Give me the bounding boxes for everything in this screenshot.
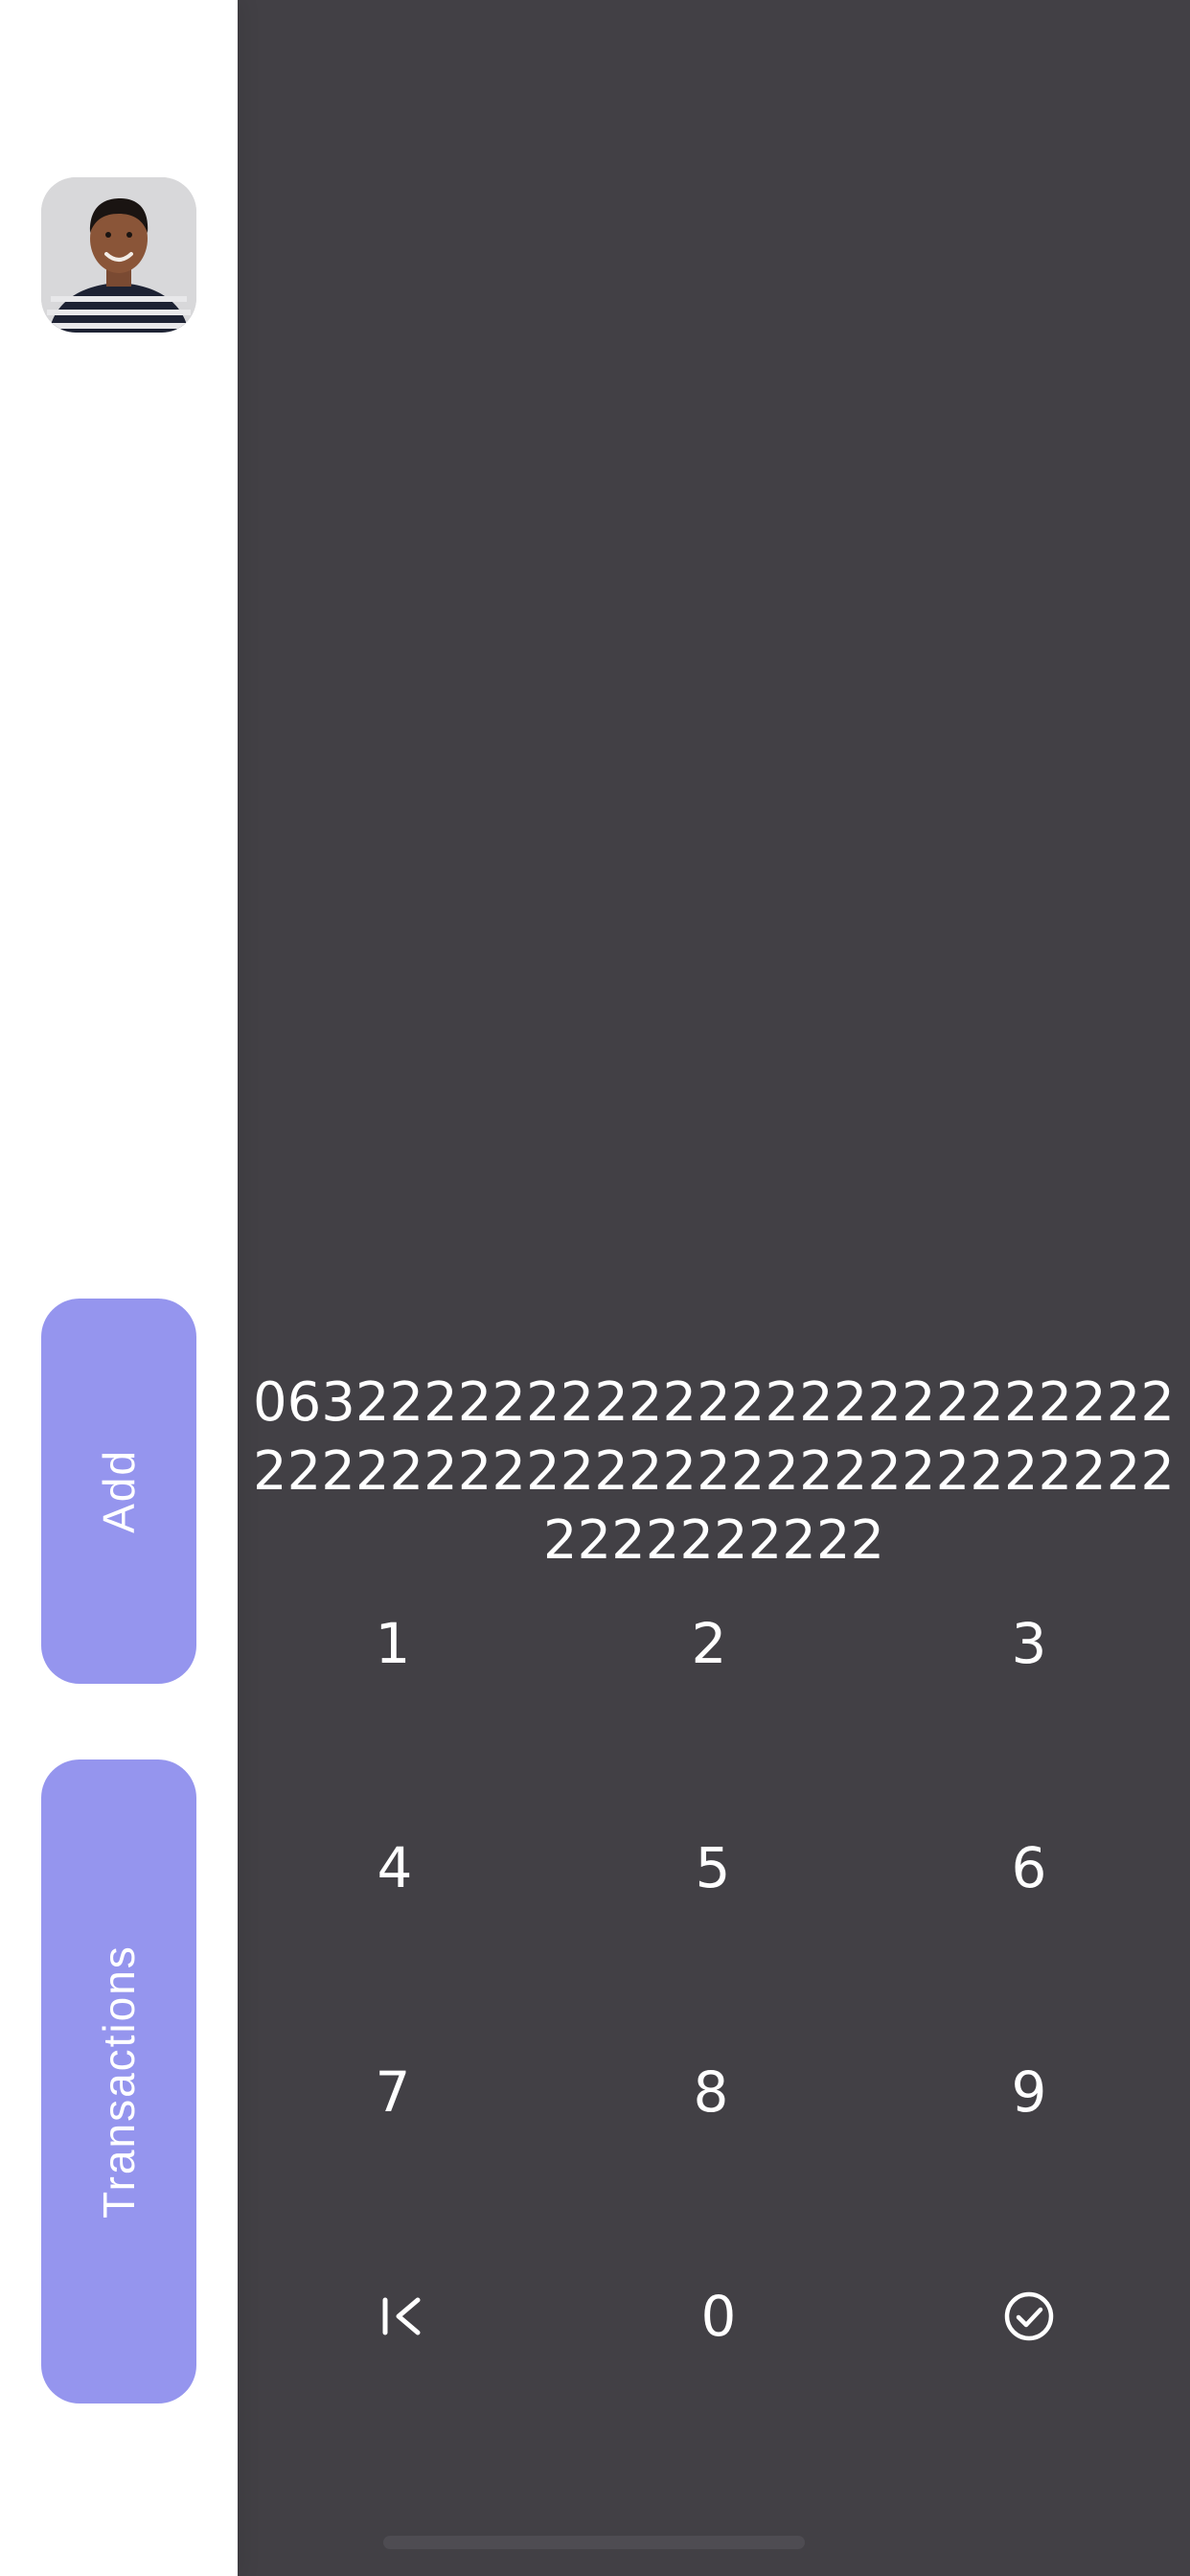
home-indicator: [383, 2536, 805, 2549]
key-7[interactable]: 7: [297, 2025, 489, 2159]
key-8[interactable]: 8: [615, 2025, 807, 2159]
backspace-icon: [382, 2297, 421, 2335]
key-3[interactable]: 3: [933, 1576, 1125, 1711]
key-1[interactable]: 1: [297, 1576, 489, 1711]
avatar-image: [41, 177, 196, 333]
key-6[interactable]: 6: [933, 1801, 1125, 1935]
screen: Add Transactions 06322222222222222222222…: [0, 0, 1190, 2576]
key-2[interactable]: 2: [613, 1576, 805, 1711]
check-circle-icon: [1004, 2291, 1054, 2341]
backspace-key[interactable]: [307, 2249, 498, 2383]
add-button[interactable]: Add: [41, 1299, 196, 1684]
confirm-key[interactable]: [933, 2249, 1125, 2383]
keypad: 1 2 3 4 5 6 7 8 9 0: [238, 1576, 1190, 2477]
key-5[interactable]: 5: [617, 1801, 809, 1935]
avatar[interactable]: [41, 177, 196, 333]
transactions-button[interactable]: Transactions: [41, 1760, 196, 2404]
calculator-panel: 0632222222222222222222222222222222222222…: [238, 0, 1190, 2576]
key-0[interactable]: 0: [623, 2249, 814, 2383]
transactions-button-label: Transactions: [94, 1944, 144, 2219]
key-4[interactable]: 4: [299, 1801, 491, 1935]
add-button-label: Add: [93, 1449, 144, 1533]
amount-display: 0632222222222222222222222222222222222222…: [253, 1371, 1175, 1572]
sidebar: Add Transactions: [0, 0, 238, 2576]
key-9[interactable]: 9: [933, 2025, 1125, 2159]
